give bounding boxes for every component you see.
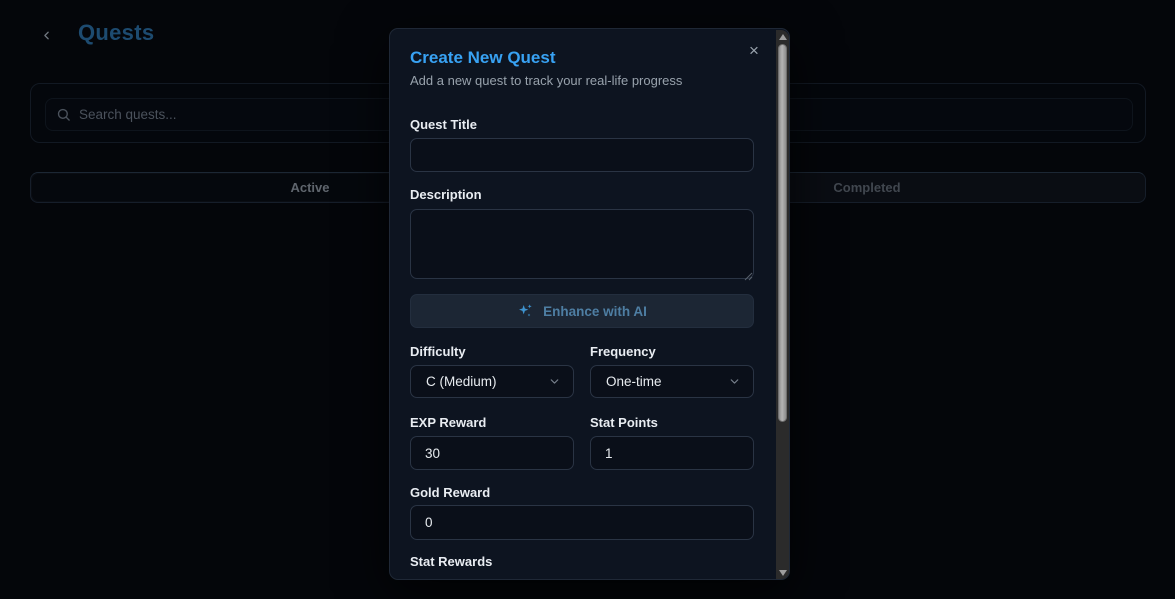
- triangle-down-icon: [779, 570, 787, 576]
- modal-scrollbar[interactable]: [776, 30, 789, 579]
- gold-reward-label: Gold Reward: [410, 485, 490, 500]
- gold-reward-input[interactable]: [410, 505, 754, 540]
- exp-reward-label: EXP Reward: [410, 415, 486, 430]
- close-button[interactable]: ×: [743, 40, 765, 62]
- scroll-down-button[interactable]: [776, 566, 789, 579]
- difficulty-label: Difficulty: [410, 344, 466, 359]
- dialog-title: Create New Quest: [410, 48, 556, 68]
- frequency-value: One-time: [606, 374, 728, 389]
- back-button[interactable]: [36, 25, 56, 45]
- sparkles-icon: [517, 303, 533, 319]
- quest-title-label: Quest Title: [410, 117, 477, 132]
- enhance-with-ai-button[interactable]: Enhance with AI: [410, 294, 754, 328]
- enhance-with-ai-label: Enhance with AI: [543, 304, 647, 319]
- description-label: Description: [410, 187, 482, 202]
- stat-rewards-label: Stat Rewards: [410, 554, 492, 569]
- frequency-label: Frequency: [590, 344, 656, 359]
- chevron-down-icon: [548, 375, 561, 388]
- stat-points-input[interactable]: [590, 436, 754, 470]
- frequency-select[interactable]: One-time: [590, 365, 754, 398]
- chevron-left-icon: [40, 29, 53, 42]
- stat-points-label: Stat Points: [590, 415, 658, 430]
- difficulty-value: C (Medium): [426, 374, 548, 389]
- difficulty-select[interactable]: C (Medium): [410, 365, 574, 398]
- scrollbar-thumb[interactable]: [778, 44, 787, 422]
- triangle-up-icon: [779, 34, 787, 40]
- dialog-subtitle: Add a new quest to track your real-life …: [410, 73, 682, 88]
- chevron-down-icon: [728, 375, 741, 388]
- quest-title-input[interactable]: [410, 138, 754, 172]
- screen: Quests Active Completed Create New Quest…: [0, 0, 1175, 599]
- create-quest-dialog: Create New Quest Add a new quest to trac…: [389, 28, 790, 580]
- description-textarea[interactable]: [410, 209, 754, 279]
- scroll-up-button[interactable]: [776, 30, 789, 43]
- page-title: Quests: [78, 20, 154, 46]
- exp-reward-input[interactable]: [410, 436, 574, 470]
- search-icon: [56, 107, 79, 122]
